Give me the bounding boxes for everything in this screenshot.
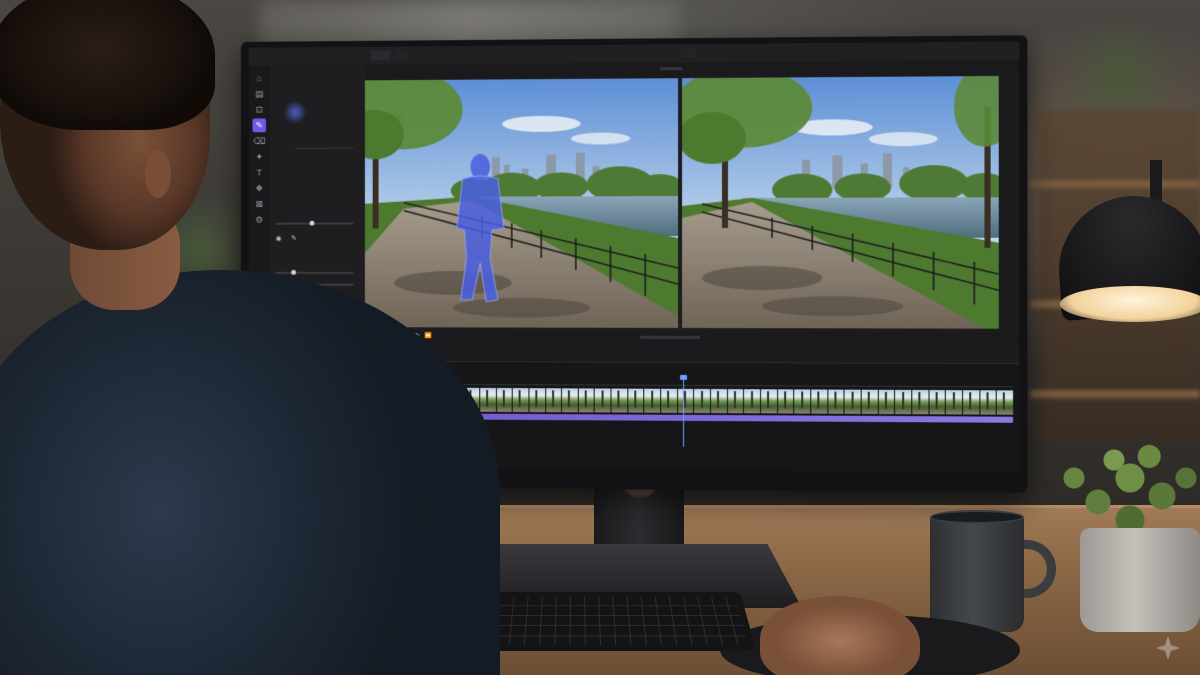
timecode-display	[640, 335, 701, 339]
film-frame	[628, 388, 644, 413]
home-icon[interactable]: ⌂	[253, 71, 267, 85]
film-frame	[677, 388, 694, 413]
viewer-label	[660, 67, 683, 71]
film-frame	[811, 389, 828, 414]
menu-tab[interactable]	[680, 48, 697, 59]
preview-original[interactable]	[364, 78, 679, 328]
photo-scene: ⌂ ▤ ⊡ ✎ ⌫ ✦ T ❖ ⊠ ⚙ ◉ ✎ ⏩	[0, 0, 1200, 675]
film-frame	[861, 389, 878, 414]
film-frame	[562, 388, 578, 413]
lock-icon[interactable]: ⊠	[253, 197, 267, 211]
film-frame	[727, 389, 744, 414]
slider-knob[interactable]	[309, 220, 315, 226]
film-frame	[529, 388, 545, 413]
film-frame	[711, 389, 727, 414]
film-frame	[611, 388, 628, 413]
preview-result[interactable]	[682, 75, 999, 329]
park-scene-clean	[682, 75, 999, 329]
mug-rim	[930, 510, 1024, 524]
text-icon[interactable]: T	[253, 166, 267, 180]
film-frame	[828, 389, 844, 414]
film-frame	[895, 389, 912, 415]
playhead[interactable]	[682, 376, 684, 447]
brush-icon[interactable]: ✎	[252, 118, 267, 133]
film-frame	[512, 388, 529, 413]
park-scene-with-mask	[364, 78, 679, 328]
effects-icon[interactable]: ❖	[253, 181, 267, 195]
film-frame	[946, 390, 962, 415]
brush-icon[interactable]: ✎	[291, 234, 299, 242]
eye-icon[interactable]: ◉	[276, 234, 284, 242]
mask-preview-swatch	[283, 100, 307, 125]
shelf-board	[1030, 180, 1200, 188]
film-frame	[644, 388, 661, 413]
crop-icon[interactable]: ⊡	[253, 103, 267, 117]
film-frame	[744, 389, 761, 414]
film-frame	[844, 389, 861, 414]
shelf-board	[1030, 390, 1200, 398]
film-frame	[480, 387, 496, 412]
film-frame	[496, 388, 512, 412]
film-frame	[578, 388, 595, 413]
film-frame	[595, 388, 611, 413]
film-frame	[979, 390, 996, 415]
film-frame	[912, 389, 929, 415]
plant-pot	[1080, 528, 1200, 632]
divider	[295, 147, 354, 149]
slider-2[interactable]	[275, 269, 354, 275]
wand-icon[interactable]: ✦	[253, 150, 267, 164]
film-frame	[661, 388, 677, 413]
film-frame	[794, 389, 811, 414]
layers-icon[interactable]: ▤	[253, 87, 267, 101]
slider-knob[interactable]	[290, 269, 296, 275]
person-hair	[0, 0, 215, 130]
skip-forward-icon[interactable]: ⏩	[424, 333, 431, 340]
transport-controls: ⏮▶■⏭↻⏩	[364, 331, 1020, 345]
eraser-icon[interactable]: ⌫	[253, 134, 267, 148]
lamp-light	[1060, 286, 1200, 322]
film-frame	[694, 388, 711, 414]
film-frame	[929, 390, 946, 415]
film-frame	[761, 389, 777, 414]
film-frame	[777, 389, 794, 414]
menu-tab[interactable]	[370, 50, 391, 61]
film-frame	[878, 389, 895, 415]
settings-icon[interactable]: ⚙	[253, 213, 267, 227]
film-frame	[996, 390, 1013, 415]
film-frame	[962, 390, 979, 415]
film-frame	[545, 388, 562, 413]
coffee-mug	[930, 514, 1024, 632]
menu-tab[interactable]	[394, 50, 408, 61]
slider-1[interactable]	[275, 220, 354, 226]
person-ear	[145, 150, 171, 198]
